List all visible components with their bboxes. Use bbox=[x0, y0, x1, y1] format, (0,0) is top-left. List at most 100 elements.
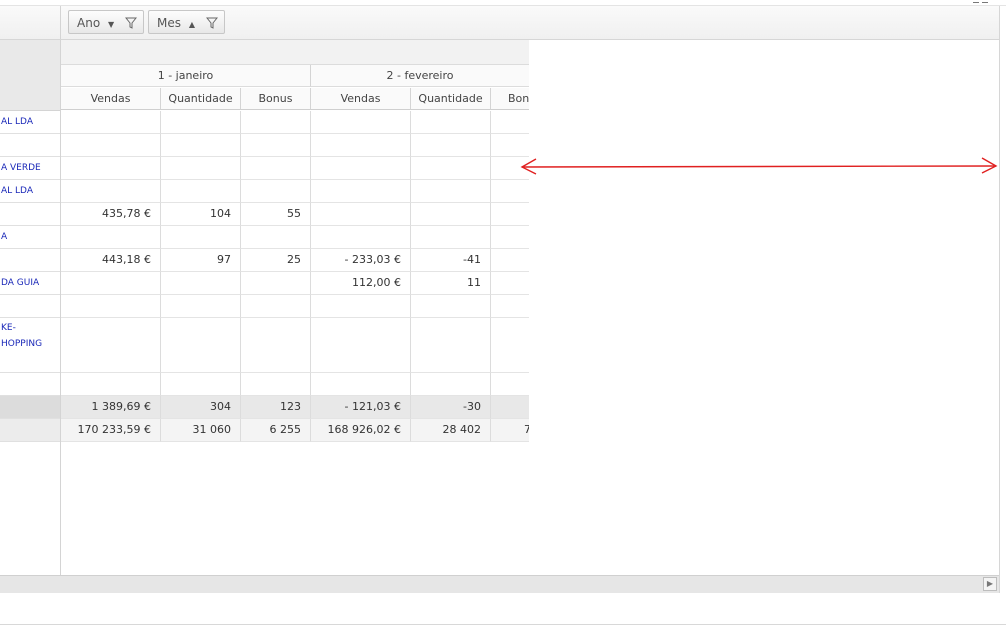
row-header-item[interactable]: AL LDA bbox=[0, 111, 60, 134]
table-cell bbox=[491, 373, 529, 396]
table-cell: 25 bbox=[241, 249, 311, 272]
table-cell bbox=[61, 295, 161, 318]
measure-header[interactable]: Vendas bbox=[311, 88, 411, 110]
subtotal-cell: 304 bbox=[161, 396, 241, 419]
field-label-mes: Mes bbox=[157, 16, 181, 30]
table-cell bbox=[311, 157, 411, 180]
table-cell bbox=[491, 295, 529, 318]
month-header-fevereiro[interactable]: 2 - fevereiro bbox=[311, 65, 529, 87]
measure-header[interactable]: Vendas bbox=[61, 88, 161, 110]
field-button-ano[interactable]: Ano ▼ bbox=[68, 10, 144, 34]
table-cell bbox=[61, 180, 161, 203]
column-field-header bbox=[61, 40, 529, 65]
row-header-item[interactable]: A VERDE bbox=[0, 157, 60, 180]
table-cell bbox=[491, 226, 529, 249]
table-cell bbox=[161, 373, 241, 396]
field-label-ano: Ano bbox=[77, 16, 101, 30]
row-header-item[interactable]: DA GUIA bbox=[0, 272, 60, 295]
measure-header[interactable]: Quantidade bbox=[161, 88, 241, 110]
table-cell bbox=[61, 373, 161, 396]
table-cell bbox=[411, 111, 491, 134]
table-cell bbox=[311, 226, 411, 249]
grand-total-cell: 31 060 bbox=[161, 419, 241, 442]
row-header-item[interactable]: A bbox=[0, 226, 60, 249]
month-header-janeiro[interactable]: 1 - janeiro bbox=[61, 65, 311, 87]
table-cell: 55 bbox=[241, 203, 311, 226]
table-cell bbox=[161, 226, 241, 249]
table-cell bbox=[311, 134, 411, 157]
measure-header[interactable]: Quantidade bbox=[411, 88, 491, 110]
window-controls[interactable] bbox=[970, 0, 1000, 5]
table-cell bbox=[241, 111, 311, 134]
grand-total-cell: 6 255 bbox=[241, 419, 311, 442]
table-cell bbox=[241, 318, 311, 373]
table-cell bbox=[61, 111, 161, 134]
field-button-mes[interactable]: Mes ▲ bbox=[148, 10, 225, 34]
table-cell: 104 bbox=[161, 203, 241, 226]
row-header-item bbox=[0, 203, 60, 226]
table-cell bbox=[491, 111, 529, 134]
table-cell bbox=[491, 249, 529, 272]
double-arrow-annotation bbox=[520, 157, 998, 175]
table-cell bbox=[241, 226, 311, 249]
subtotal-cell: 1 389,69 € bbox=[61, 396, 161, 419]
subtotal-cell: -30 bbox=[411, 396, 491, 419]
table-cell bbox=[311, 111, 411, 134]
row-header-item bbox=[0, 134, 60, 157]
toolbar-corner bbox=[0, 6, 61, 39]
table-cell bbox=[311, 180, 411, 203]
scroll-right-icon[interactable]: ▶ bbox=[983, 577, 997, 591]
grand-total-cell: 170 233,59 € bbox=[61, 419, 161, 442]
subtotal-cell: - 121,03 € bbox=[311, 396, 411, 419]
table-cell bbox=[411, 373, 491, 396]
row-header-item bbox=[0, 419, 60, 442]
table-cell bbox=[311, 318, 411, 373]
row-header-pane: AL LDA A VERDE AL LDA A DA GUIA KE- HOPPING bbox=[0, 40, 61, 575]
table-cell bbox=[161, 180, 241, 203]
table-cell bbox=[491, 134, 529, 157]
table-cell: 97 bbox=[161, 249, 241, 272]
table-cell bbox=[61, 272, 161, 295]
table-cell bbox=[411, 203, 491, 226]
row-header-corner bbox=[0, 40, 60, 111]
row-header-item bbox=[0, 295, 60, 318]
filter-icon[interactable] bbox=[124, 13, 138, 37]
table-cell: 443,18 € bbox=[61, 249, 161, 272]
sort-desc-icon[interactable]: ▼ bbox=[108, 20, 114, 29]
filter-icon[interactable] bbox=[205, 13, 218, 37]
empty-area bbox=[529, 40, 999, 575]
table-cell bbox=[161, 111, 241, 134]
grand-total-cell: 28 402 bbox=[411, 419, 491, 442]
table-cell bbox=[311, 373, 411, 396]
table-cell bbox=[161, 318, 241, 373]
measure-header[interactable]: Bonus bbox=[241, 88, 311, 110]
horizontal-scrollbar[interactable]: ▶ bbox=[0, 575, 999, 593]
subtotal-cell bbox=[491, 396, 529, 419]
table-cell bbox=[241, 295, 311, 318]
table-cell: 112,00 € bbox=[311, 272, 411, 295]
row-header-item[interactable]: KE- HOPPING bbox=[0, 318, 60, 373]
table-cell bbox=[61, 134, 161, 157]
table-cell bbox=[491, 318, 529, 373]
row-header-item bbox=[0, 396, 60, 419]
table-cell bbox=[411, 157, 491, 180]
table-cell bbox=[411, 318, 491, 373]
table-cell bbox=[411, 180, 491, 203]
table-cell bbox=[241, 373, 311, 396]
table-cell bbox=[311, 203, 411, 226]
sort-asc-icon[interactable]: ▲ bbox=[189, 20, 195, 29]
table-cell: 11 bbox=[411, 272, 491, 295]
row-header-item bbox=[0, 249, 60, 272]
table-cell bbox=[311, 295, 411, 318]
table-cell bbox=[411, 295, 491, 318]
measure-header[interactable]: Bon bbox=[491, 88, 529, 110]
pivot-data-pane: 1 - janeiro 2 - fevereiro Vendas Quantida… bbox=[61, 40, 529, 575]
pivot-toolbar: Ano ▼ Mes ▲ bbox=[0, 6, 999, 40]
row-header-item bbox=[0, 373, 60, 396]
table-cell bbox=[411, 226, 491, 249]
table-cell bbox=[241, 272, 311, 295]
row-header-item[interactable]: AL LDA bbox=[0, 180, 60, 203]
table-cell bbox=[161, 295, 241, 318]
bottom-border bbox=[0, 624, 1006, 625]
table-cell bbox=[491, 203, 529, 226]
